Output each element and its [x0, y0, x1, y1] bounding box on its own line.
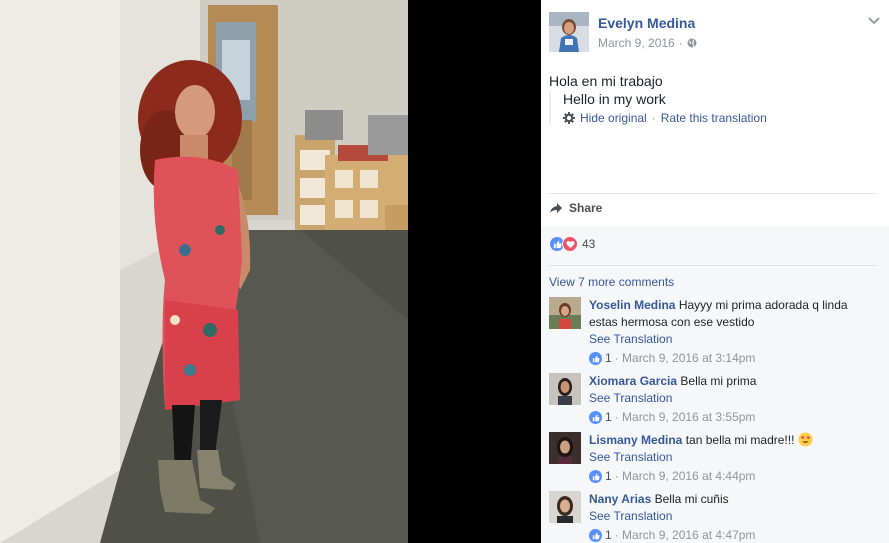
hide-original-link[interactable]: Hide original [580, 111, 647, 125]
commenter-avatar[interactable] [549, 491, 581, 523]
globe-icon[interactable] [687, 38, 697, 48]
commenter-name[interactable]: Yoselin Medina [589, 298, 675, 312]
translation-block: Hello in my work Hide original · Rate th… [549, 91, 849, 125]
comment-timestamp[interactable]: · March 9, 2016 at 4:47pm [615, 527, 756, 543]
comment-timestamp[interactable]: · March 9, 2016 at 3:14pm [615, 350, 756, 367]
commenter-name[interactable]: Xiomara Garcia [589, 374, 677, 388]
commenter-name[interactable]: Lismany Medina [589, 433, 682, 447]
comment-text: tan bella mi madre!!! [685, 433, 795, 447]
comment-like-count[interactable]: 1 [605, 409, 612, 426]
post-meta: March 9, 2016 · [598, 36, 697, 50]
commenter-avatar[interactable] [549, 297, 581, 329]
comment-meta: 1 · March 9, 2016 at 3:14pm [589, 350, 875, 367]
commenter-avatar[interactable] [549, 373, 581, 405]
share-button[interactable]: Share [549, 201, 602, 215]
heart-eyes-emoji-icon [798, 432, 813, 447]
comment-text: Bella mi cuñis [654, 492, 729, 506]
comment-meta: 1 · March 9, 2016 at 4:44pm [589, 468, 875, 485]
commenter-avatar[interactable] [549, 432, 581, 464]
comment-like-count[interactable]: 1 [605, 350, 612, 367]
share-label: Share [569, 201, 603, 215]
author-avatar[interactable] [549, 12, 589, 52]
comment-body: Lismany Medina tan bella mi madre!!! See… [589, 432, 875, 485]
comment-meta: 1 · March 9, 2016 at 3:55pm [589, 409, 875, 426]
office-photo-illustration [0, 0, 408, 543]
comment-timestamp[interactable]: · March 9, 2016 at 3:55pm [615, 409, 756, 426]
post-photo[interactable] [0, 0, 408, 543]
comment-timestamp[interactable]: · March 9, 2016 at 4:44pm [615, 468, 756, 485]
photo-viewer [0, 0, 541, 543]
post-author-name[interactable]: Evelyn Medina [598, 15, 695, 31]
comments-section: 43 View 7 more comments Yoselin Medina H… [541, 226, 889, 543]
post-header: Evelyn Medina March 9, 2016 · [549, 12, 881, 56]
gear-icon[interactable] [563, 112, 575, 124]
see-translation-link[interactable]: See Translation [589, 449, 875, 466]
link-separator: · [651, 111, 656, 125]
like-icon [589, 411, 602, 424]
reactions-summary[interactable]: 43 [549, 236, 595, 252]
meta-separator: · [678, 36, 683, 50]
like-icon [589, 352, 602, 365]
share-arrow-icon [550, 203, 562, 213]
comment-body: Yoselin Medina Hayyy mi prima adorada q … [589, 297, 875, 367]
comment-body: Nany Arias Bella mi cuñis See Translatio… [589, 491, 875, 543]
comment-text: Bella mi prima [680, 374, 757, 388]
like-icon [589, 529, 602, 542]
translation-links: Hide original · Rate this translation [563, 111, 849, 125]
see-translation-link[interactable]: See Translation [589, 390, 875, 407]
post-date[interactable]: March 9, 2016 [598, 36, 675, 50]
comment-like-count[interactable]: 1 [605, 468, 612, 485]
love-reaction-icon [562, 236, 578, 252]
see-translation-link[interactable]: See Translation [589, 331, 875, 348]
comments-divider [549, 265, 877, 266]
comment-like-count[interactable]: 1 [605, 527, 612, 543]
translated-text: Hello in my work [563, 91, 666, 107]
post-text: Hola en mi trabajo [549, 73, 663, 89]
see-translation-link[interactable]: See Translation [589, 508, 875, 525]
chevron-down-icon[interactable] [867, 16, 881, 26]
view-more-comments-link[interactable]: View 7 more comments [549, 275, 674, 289]
comment-meta: 1 · March 9, 2016 at 4:47pm [589, 527, 875, 543]
comment-body: Xiomara Garcia Bella mi prima See Transl… [589, 373, 875, 426]
rate-translation-link[interactable]: Rate this translation [661, 111, 767, 125]
commenter-name[interactable]: Nany Arias [589, 492, 651, 506]
post-details-panel: Evelyn Medina March 9, 2016 · Hola en mi… [541, 0, 889, 543]
like-icon [589, 470, 602, 483]
actions-divider [549, 193, 877, 194]
reaction-count: 43 [582, 237, 596, 251]
